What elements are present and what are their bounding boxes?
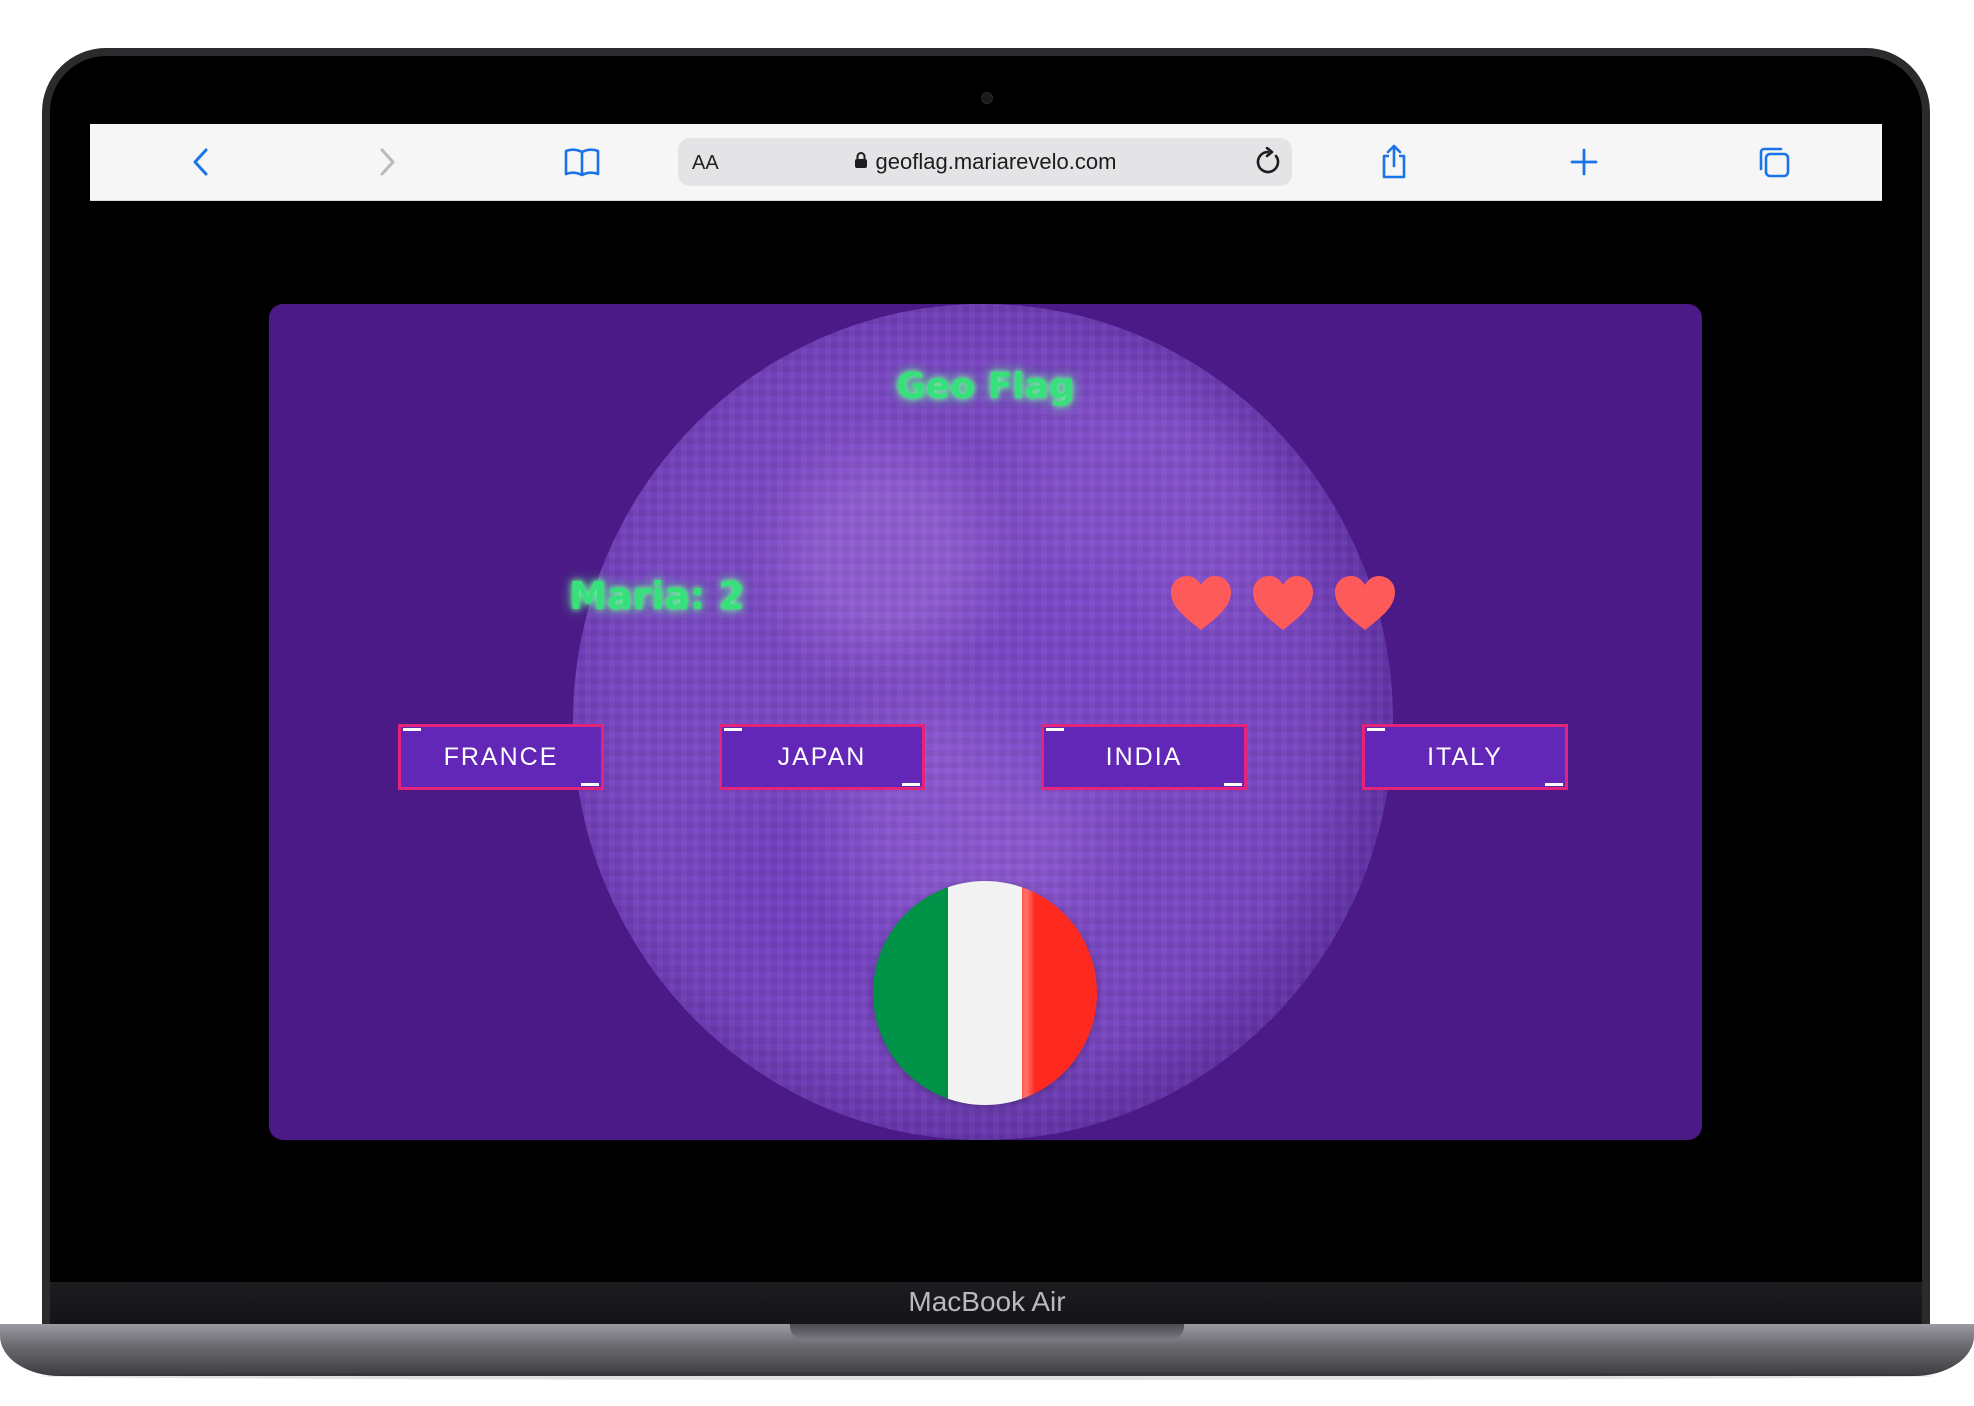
bookmarks-icon[interactable] xyxy=(560,124,604,200)
lives-hearts xyxy=(1169,574,1397,632)
flag-image xyxy=(873,881,1097,1105)
game-canvas: Geo Flag Maria: 2 FRANCE JAPAN INDIA ITA… xyxy=(269,304,1702,1140)
device-label: MacBook Air xyxy=(908,1286,1066,1317)
flag-shine xyxy=(1017,881,1035,1105)
new-tab-icon[interactable] xyxy=(1562,124,1606,200)
laptop-notch xyxy=(790,1324,1184,1340)
share-icon[interactable] xyxy=(1372,124,1416,200)
url-text: geoflag.mariarevelo.com xyxy=(875,149,1117,174)
camera-icon xyxy=(981,92,993,104)
lock-icon xyxy=(854,151,868,174)
laptop-shadow xyxy=(40,1372,1934,1380)
answer-button-italy[interactable]: ITALY xyxy=(1362,724,1568,790)
address-bar[interactable]: AA geoflag.mariarevelo.com xyxy=(678,138,1292,186)
browser-toolbar: AA geoflag.mariarevelo.com xyxy=(90,124,1882,201)
back-icon[interactable] xyxy=(180,124,220,200)
answer-button-india[interactable]: INDIA xyxy=(1041,724,1247,790)
player-score: Maria: 2 xyxy=(569,574,745,618)
forward-icon[interactable] xyxy=(368,124,408,200)
heart-icon xyxy=(1253,576,1313,630)
url-container: geoflag.mariarevelo.com xyxy=(678,138,1292,186)
answer-button-japan[interactable]: JAPAN xyxy=(719,724,925,790)
answer-button-france[interactable]: FRANCE xyxy=(398,724,604,790)
game-title: Geo Flag xyxy=(896,366,1075,407)
heart-icon xyxy=(1335,576,1395,630)
tabs-icon[interactable] xyxy=(1752,124,1796,200)
flag-band-white xyxy=(947,881,1023,1105)
heart-icon xyxy=(1171,576,1231,630)
reload-icon[interactable] xyxy=(1254,146,1282,182)
answer-buttons: FRANCE JAPAN INDIA ITALY xyxy=(269,724,1702,794)
